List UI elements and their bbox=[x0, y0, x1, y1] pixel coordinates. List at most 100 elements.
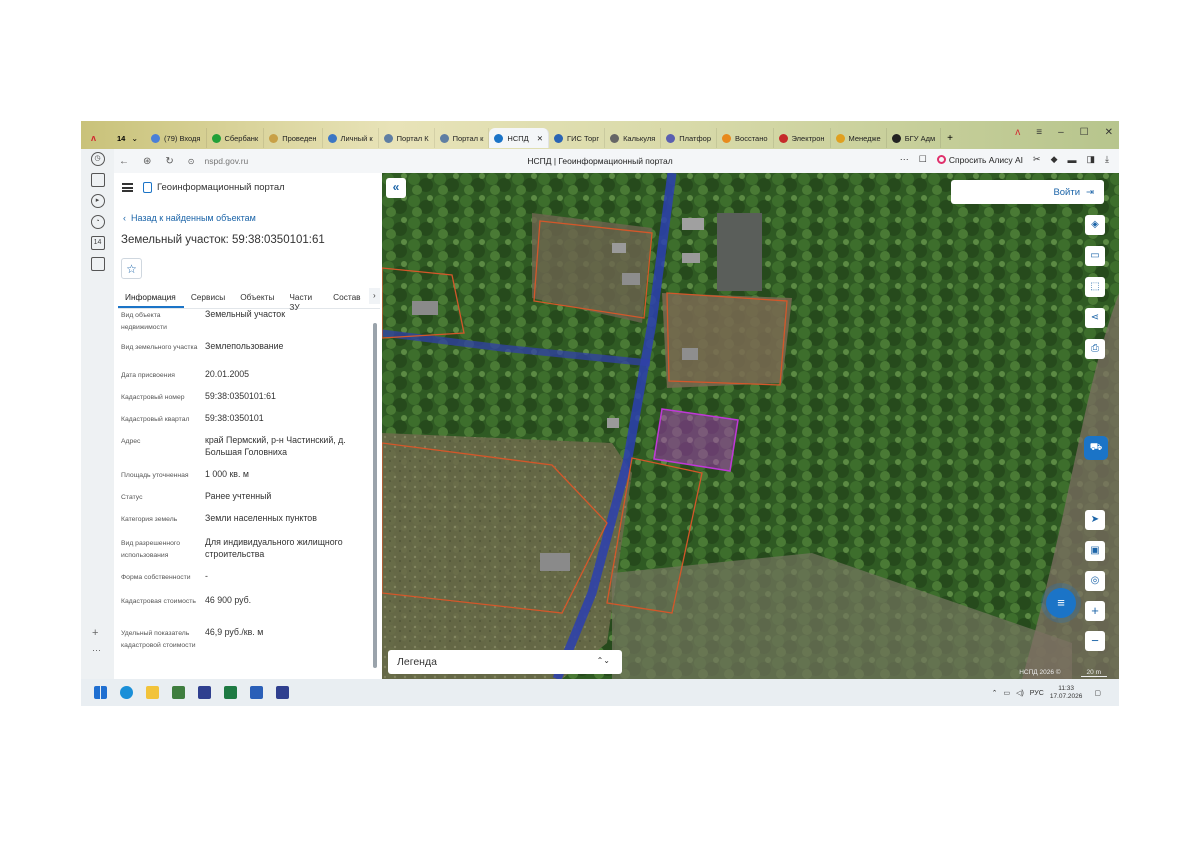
bookmark-icon[interactable]: ☐ bbox=[919, 154, 927, 165]
info-tab[interactable]: Сервисы bbox=[184, 288, 233, 308]
info-tabs: Информация Сервисы Объекты Части ЗУ Состав › bbox=[118, 288, 380, 312]
excel-icon[interactable] bbox=[224, 686, 237, 699]
attribute-key: Удельный показатель кадастровой стоимост… bbox=[121, 630, 196, 649]
back-to-results-link[interactable]: ‹ Назад к найденным объектам bbox=[123, 213, 256, 223]
info-tab[interactable]: Состав bbox=[326, 288, 368, 308]
browser-tab[interactable]: Платфор bbox=[661, 128, 718, 148]
extension-icon[interactable]: ✂ bbox=[1033, 154, 1041, 165]
input-language[interactable]: РУС bbox=[1030, 690, 1044, 697]
browser-tab[interactable]: Портал к bbox=[435, 128, 490, 148]
browser-tab[interactable]: Менедже bbox=[831, 128, 887, 148]
yandex-logo-icon[interactable]: ᴧ bbox=[91, 133, 107, 143]
extension-icon-2[interactable]: ◆ bbox=[1051, 154, 1058, 165]
browser-menu-icon[interactable]: ≡ bbox=[1036, 127, 1042, 138]
tab-favicon-icon bbox=[151, 133, 161, 143]
browser-tab[interactable]: Электрон bbox=[774, 128, 831, 148]
alice-button[interactable]: Спросить Алису AI bbox=[936, 154, 1024, 165]
timer-icon[interactable]: ◔ bbox=[90, 215, 105, 229]
maximize-icon[interactable]: ☐ bbox=[1080, 127, 1089, 138]
browser-tab[interactable]: Проведен bbox=[264, 128, 323, 148]
attribute-value: Для индивидуального жилищного строительс… bbox=[205, 537, 343, 559]
tab-favicon-icon bbox=[666, 133, 676, 143]
tab-favicon-icon bbox=[327, 133, 337, 143]
browser-tab[interactable]: Калькуля bbox=[605, 128, 662, 148]
assistant-button[interactable]: ≡ bbox=[1041, 583, 1081, 623]
tray-chevron-icon[interactable]: ⌃ bbox=[992, 689, 998, 697]
tabs-scroll-right-icon[interactable]: › bbox=[368, 288, 380, 304]
notifications-icon[interactable]: ▢ bbox=[1094, 689, 1101, 697]
system-tray: ⌃ ▭ ◁) РУС 11:33 17.07.2026 ▢ bbox=[992, 685, 1101, 701]
clock-time: 11:33 bbox=[1058, 685, 1074, 692]
file-explorer-icon[interactable] bbox=[146, 686, 159, 699]
collections-icon[interactable] bbox=[90, 173, 105, 187]
network-icon[interactable]: ▭ bbox=[1003, 689, 1010, 697]
select-area-icon[interactable]: ⬚ bbox=[1085, 277, 1105, 297]
layers-icon[interactable]: ◈ bbox=[1085, 215, 1105, 235]
attribute-key: Форма собственности bbox=[121, 574, 191, 581]
tab-favicon-icon bbox=[610, 133, 620, 143]
menu-burger-icon[interactable] bbox=[122, 183, 133, 192]
attribute-value: 1 000 кв. м bbox=[205, 469, 249, 479]
panel-more-icon[interactable]: ⋯ bbox=[92, 645, 101, 656]
info-tab[interactable]: Части ЗУ bbox=[282, 288, 326, 312]
extension-icon-3[interactable]: ▬ bbox=[1068, 155, 1077, 165]
attribute-value: 46,9 руб./кв. м bbox=[205, 627, 264, 637]
browser-tab[interactable]: Сбербанк bbox=[207, 128, 265, 148]
minimize-icon[interactable]: – bbox=[1058, 127, 1064, 138]
location-pin-icon[interactable]: ◎ bbox=[1085, 571, 1105, 591]
info-tab[interactable]: Объекты bbox=[233, 288, 282, 308]
tab-list-chevron-icon[interactable]: ⌄ bbox=[131, 134, 138, 143]
info-tab[interactable]: Информация bbox=[118, 288, 184, 308]
login-button[interactable]: Войти ⇥ bbox=[951, 180, 1104, 204]
tab-favicon-icon bbox=[835, 133, 845, 143]
parcel-title: Земельный участок: 59:38:0350101:61 bbox=[121, 234, 325, 246]
help-chat-icon[interactable]: ⛟ bbox=[1084, 436, 1108, 460]
notes-icon[interactable] bbox=[90, 257, 105, 271]
measure-ruler-icon[interactable]: ▭ bbox=[1085, 246, 1105, 266]
history-icon[interactable]: ◷ bbox=[90, 152, 105, 166]
share-icon[interactable]: ⋖ bbox=[1085, 308, 1105, 328]
zoom-out-icon[interactable]: − bbox=[1085, 631, 1105, 651]
close-tab-icon[interactable]: ✕ bbox=[537, 134, 543, 143]
geolocation-icon[interactable]: ➤ bbox=[1085, 510, 1105, 530]
windows-start-icon[interactable] bbox=[94, 686, 107, 699]
yandex-browser-icon[interactable] bbox=[198, 686, 211, 699]
volume-icon[interactable]: ◁) bbox=[1016, 689, 1024, 697]
favorite-star-icon[interactable]: ☆ bbox=[121, 258, 142, 279]
more-icon[interactable]: ⋯ bbox=[900, 154, 909, 165]
print-icon[interactable]: ⎙ bbox=[1085, 339, 1105, 359]
legend-chevron-icon: ⌃⌄ bbox=[596, 656, 610, 665]
downloads-icon[interactable]: ⤓ bbox=[1105, 154, 1109, 165]
alice-label: Спросить Алису AI bbox=[948, 154, 1024, 165]
legend-dropdown[interactable]: Легенда ⌃⌄ bbox=[388, 650, 622, 674]
zoom-in-icon[interactable]: + bbox=[1085, 601, 1105, 621]
attribute-key: Категория земель bbox=[121, 516, 178, 523]
panel-scrollbar[interactable] bbox=[373, 323, 377, 668]
clock[interactable]: 11:33 17.07.2026 bbox=[1050, 685, 1083, 701]
new-tab-plus-icon[interactable]: + bbox=[947, 133, 953, 144]
store-icon[interactable] bbox=[172, 686, 185, 699]
collapse-panel-button[interactable]: « bbox=[386, 178, 406, 198]
browser-tab[interactable]: ГИС Торг bbox=[549, 128, 606, 148]
browser-tab-label: НСПД bbox=[507, 133, 529, 143]
calendar-icon[interactable]: 14 bbox=[90, 236, 105, 250]
browser-tab[interactable]: (79) Входя bbox=[146, 128, 207, 148]
extension-icon-4[interactable]: ◨ bbox=[1087, 154, 1096, 165]
yandex-browser-icon-2[interactable] bbox=[276, 686, 289, 699]
browser-tab[interactable]: БГУ Адм bbox=[887, 128, 942, 148]
tab-counter[interactable]: 14 bbox=[117, 134, 125, 143]
word-icon[interactable] bbox=[250, 686, 263, 699]
browser-tab[interactable]: НСПД ✕ bbox=[489, 128, 550, 148]
portal-brand[interactable]: Геоинформационный портал bbox=[143, 182, 285, 193]
add-panel-icon[interactable]: + bbox=[92, 627, 98, 639]
browser-tab[interactable]: Восстано bbox=[717, 128, 774, 148]
attribute-key: Площадь уточненная bbox=[121, 472, 189, 479]
browser-tab[interactable]: Портал К bbox=[379, 128, 435, 148]
close-window-icon[interactable]: ✕ bbox=[1105, 127, 1113, 138]
minimap-icon[interactable]: ▣ bbox=[1085, 541, 1105, 561]
play-icon[interactable]: ▸ bbox=[90, 194, 105, 208]
edge-icon[interactable] bbox=[120, 686, 133, 699]
browser-tab[interactable]: Личный к bbox=[323, 128, 379, 148]
satellite-map[interactable]: « Войти ⇥ ◈ ▭ ⬚ ⋖ ⎙ ⛟ ➤ ▣ ◎ + − ≡ Легенд… bbox=[382, 173, 1119, 679]
yandex-menu-icon[interactable]: ᴧ bbox=[1015, 127, 1020, 138]
